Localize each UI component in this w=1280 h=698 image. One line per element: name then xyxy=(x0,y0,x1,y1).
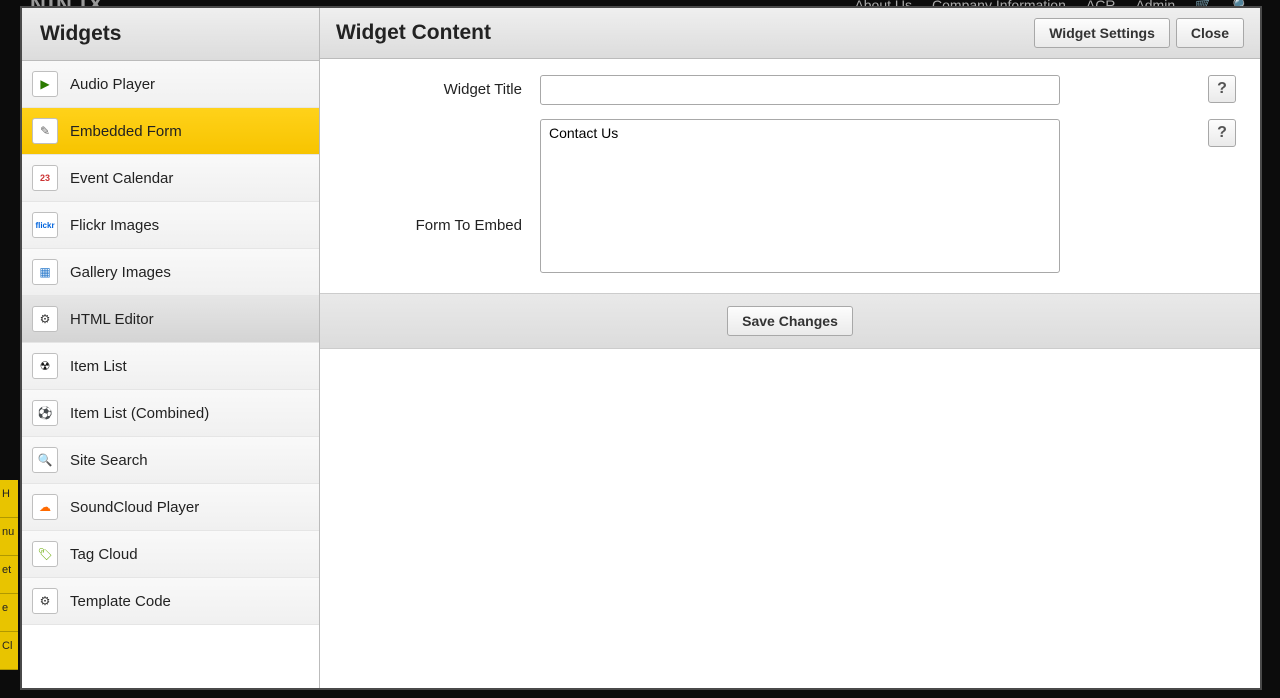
widget-item-label: Flickr Images xyxy=(70,217,159,234)
widget-settings-button[interactable]: Widget Settings xyxy=(1034,18,1170,48)
form-icon: ✎ xyxy=(32,118,58,144)
widget-item-label: Template Code xyxy=(70,593,171,610)
widget-item-audio-player[interactable]: ▶ Audio Player xyxy=(22,61,319,108)
widget-item-gallery-images[interactable]: ▦ Gallery Images xyxy=(22,249,319,296)
template-icon: ⚙ xyxy=(32,588,58,614)
widget-item-template-code[interactable]: ⚙ Template Code xyxy=(22,578,319,625)
search-icon: 🔍 xyxy=(32,447,58,473)
widget-item-soundcloud-player[interactable]: ☁ SoundCloud Player xyxy=(22,484,319,531)
soundcloud-icon: ☁ xyxy=(32,494,58,520)
widgets-sidebar: Widgets ▶ Audio Player ✎ Embedded Form 23 Eve… xyxy=(22,8,320,688)
close-button[interactable]: Close xyxy=(1176,18,1244,48)
bg-left-stripe: H nu et e Cl xyxy=(0,480,18,670)
play-icon: ▶ xyxy=(32,71,58,97)
content-header: Widget Content Widget Settings Close xyxy=(320,8,1260,59)
calendar-icon: 23 xyxy=(32,165,58,191)
widget-content-pane: Widget Content Widget Settings Close Wid… xyxy=(320,8,1260,688)
save-changes-button[interactable]: Save Changes xyxy=(727,306,853,336)
widget-item-label: Item List (Combined) xyxy=(70,405,209,422)
widget-item-label: Embedded Form xyxy=(70,123,182,140)
widget-item-label: HTML Editor xyxy=(70,311,154,328)
gallery-icon: ▦ xyxy=(32,259,58,285)
sidebar-title: Widgets xyxy=(22,8,319,61)
save-bar: Save Changes xyxy=(320,293,1260,349)
bg-stripe-item: H xyxy=(0,480,18,518)
label-form-to-embed: Form To Embed xyxy=(340,119,540,234)
widget-item-html-editor[interactable]: ⚙ HTML Editor xyxy=(22,296,319,343)
bg-stripe-item: nu xyxy=(0,518,18,556)
widget-item-tag-cloud[interactable]: 🏷 Tag Cloud xyxy=(22,531,319,578)
widget-list[interactable]: ▶ Audio Player ✎ Embedded Form 23 Event Calen… xyxy=(22,61,319,688)
widget-item-label: SoundCloud Player xyxy=(70,499,199,516)
bg-stripe-item: Cl xyxy=(0,632,18,670)
html-icon: ⚙ xyxy=(32,306,58,332)
widget-title-input[interactable] xyxy=(540,75,1060,105)
widget-item-item-list-combined-[interactable]: ⚽ Item List (Combined) xyxy=(22,390,319,437)
flickr-icon: flickr xyxy=(32,212,58,238)
bg-stripe-item: e xyxy=(0,594,18,632)
widget-item-label: Event Calendar xyxy=(70,170,173,187)
bg-stripe-item: et xyxy=(0,556,18,594)
help-button[interactable]: ? xyxy=(1208,119,1236,147)
widget-item-site-search[interactable]: 🔍 Site Search xyxy=(22,437,319,484)
widget-modal: Widgets ▶ Audio Player ✎ Embedded Form 23 Eve… xyxy=(22,8,1260,688)
widget-item-label: Item List xyxy=(70,358,127,375)
form-to-embed-select[interactable]: Contact Us xyxy=(540,119,1060,273)
form-area: Widget Title ? Form To Embed Contact Us … xyxy=(320,59,1260,287)
radio-icon: ☢ xyxy=(32,353,58,379)
widget-item-label: Gallery Images xyxy=(70,264,171,281)
select-option[interactable]: Contact Us xyxy=(541,120,1059,146)
widget-item-flickr-images[interactable]: flickr Flickr Images xyxy=(22,202,319,249)
widget-item-label: Tag Cloud xyxy=(70,546,138,563)
row-widget-title: Widget Title ? xyxy=(340,75,1240,105)
row-form-to-embed: Form To Embed Contact Us ? xyxy=(340,119,1240,273)
widget-item-item-list[interactable]: ☢ Item List xyxy=(22,343,319,390)
help-button[interactable]: ? xyxy=(1208,75,1236,103)
soccer-icon: ⚽ xyxy=(32,400,58,426)
widget-item-label: Audio Player xyxy=(70,76,155,93)
widget-item-embedded-form[interactable]: ✎ Embedded Form xyxy=(22,108,319,155)
tag-icon: 🏷 xyxy=(32,541,58,567)
widget-item-event-calendar[interactable]: 23 Event Calendar xyxy=(22,155,319,202)
content-title: Widget Content xyxy=(336,21,491,45)
label-widget-title: Widget Title xyxy=(340,75,540,98)
widget-item-label: Site Search xyxy=(70,452,148,469)
